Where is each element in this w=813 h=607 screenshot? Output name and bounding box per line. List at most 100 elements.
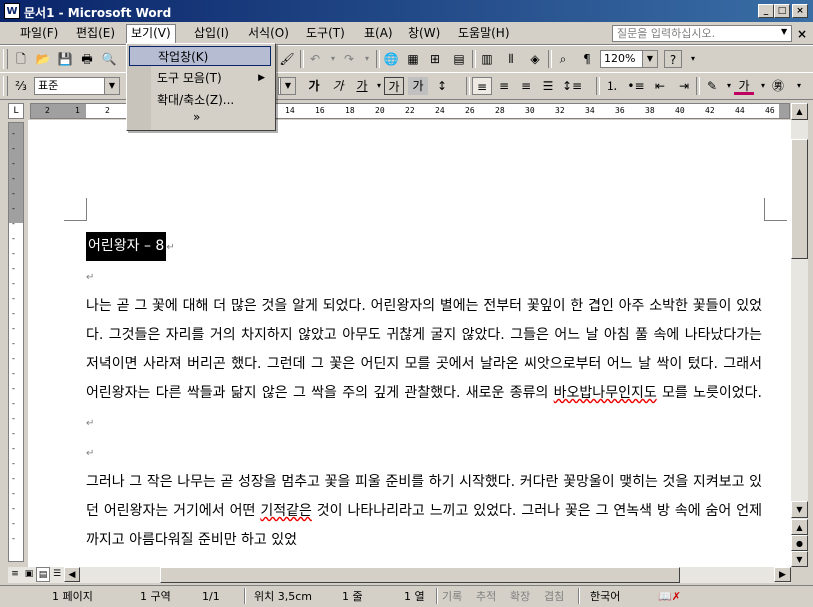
toolbar-grip[interactable] [3, 49, 8, 69]
print-icon[interactable]: 🖶 [78, 50, 96, 68]
outline-view-icon[interactable]: ☰ [50, 567, 64, 582]
horizontal-scroll-thumb[interactable] [160, 567, 680, 583]
decrease-indent-icon[interactable]: ⇤ [650, 77, 670, 95]
distributed-align-icon[interactable]: ☰ [538, 77, 558, 95]
previous-page-icon[interactable]: ▲ [791, 519, 808, 535]
zoom-dropdown-icon[interactable]: ▼ [642, 51, 657, 67]
increase-indent-icon[interactable]: ⇥ [674, 77, 694, 95]
menu-zoom[interactable]: 확대/축소(Z)... [129, 90, 271, 110]
minimize-button[interactable]: _ [758, 4, 774, 18]
status-position: 위치 3,5cm [254, 590, 312, 603]
document-close-button[interactable]: × [797, 27, 807, 41]
paragraph-mark-icon[interactable]: ¶ [578, 50, 596, 68]
scroll-up-icon[interactable]: ▲ [791, 103, 808, 120]
font-size-dropdown-icon[interactable]: ▼ [280, 78, 295, 94]
align-right-icon[interactable]: ≡ [516, 77, 536, 95]
style-combo[interactable]: 표준 ▼ [34, 77, 120, 95]
next-page-icon[interactable]: ▼ [791, 551, 808, 567]
menu-help[interactable]: 도움말(H) [454, 25, 514, 41]
undo-icon[interactable]: ↶ [306, 50, 324, 68]
tables-borders-icon[interactable]: ▦ [404, 50, 422, 68]
char-shading-icon[interactable]: 가 [408, 77, 428, 95]
highlight-icon[interactable]: ✎ [702, 77, 722, 95]
menu-view[interactable]: 보기(V) [126, 24, 176, 43]
menu-format[interactable]: 서식(O) [244, 25, 293, 41]
status-extend[interactable]: 확장 [510, 589, 530, 604]
redo-icon[interactable]: ↷ [340, 50, 358, 68]
format-painter-icon[interactable]: 🖌 [278, 50, 296, 68]
enclose-char-icon[interactable]: ㊚ [768, 77, 788, 95]
vruler-tick: - [12, 279, 15, 288]
menu-tools[interactable]: 도구(T) [302, 25, 349, 41]
columns-icon[interactable]: ▥ [478, 50, 496, 68]
align-center-icon[interactable]: ≡ [494, 77, 514, 95]
menu-expand-icon[interactable]: » [129, 108, 271, 126]
italic-button[interactable]: 가 [328, 77, 348, 95]
document-body[interactable]: 어린왕자 – 8 ↵ ↵ 나는 곧 그 꽃에 대해 더 많은 것을 알게 되었다.… [86, 232, 762, 555]
menu-table[interactable]: 표(A) [360, 25, 397, 41]
toolbar-options-icon-2[interactable]: ▾ [790, 77, 808, 95]
insert-excel-icon[interactable]: ▤ [450, 50, 468, 68]
insert-table-icon[interactable]: ⊞ [426, 50, 444, 68]
status-bar: 1 페이지 1 구역 1/1 위치 3,5cm 1 줄 1 열 기록 추적 확장… [0, 585, 813, 607]
status-track[interactable]: 추적 [476, 589, 496, 604]
scroll-down-icon[interactable]: ▼ [791, 501, 808, 518]
drawing-icon[interactable]: ⫴ [502, 50, 520, 68]
normal-view-icon[interactable]: ≡ [8, 567, 22, 582]
ruler-tick: 28 [495, 106, 505, 115]
vertical-ruler[interactable]: - - - - - - - - - - - - - - - - - - - - - - - - - - - - [8, 122, 24, 562]
spelling-status-icon[interactable]: 📖✗ [658, 589, 681, 604]
document-page[interactable]: 어린왕자 – 8 ↵ ↵ 나는 곧 그 꽃에 대해 더 많은 것을 알게 되었다.… [28, 120, 791, 567]
toolbar-grip[interactable] [3, 76, 8, 96]
ruler-tick: 22 [405, 106, 415, 115]
web-layout-icon[interactable]: ▣ [22, 567, 36, 582]
toolbar-options-icon[interactable]: ▾ [684, 50, 702, 68]
status-overtype[interactable]: 겹침 [544, 589, 564, 604]
word-icon[interactable]: W [4, 3, 20, 19]
help-dropdown-icon[interactable]: ▼ [781, 27, 787, 36]
font-color-icon[interactable]: 가 [734, 77, 754, 95]
styles-icon[interactable]: ⅔ [12, 77, 30, 95]
underline-button[interactable]: 가 [352, 77, 372, 95]
menu-edit[interactable]: 편집(E) [72, 25, 119, 41]
help-search-input[interactable]: 질문을 입력하십시오. [612, 25, 792, 42]
show-hide-icon[interactable]: ⌕ [554, 50, 572, 68]
line-spacing-icon[interactable]: ↕≡ [562, 77, 582, 95]
font-size-combo[interactable]: ▼ [278, 77, 296, 95]
status-language[interactable]: 한국어 [590, 589, 620, 604]
redo-dropdown-icon[interactable]: ▾ [358, 50, 376, 68]
bullets-icon[interactable]: •≡ [626, 77, 646, 95]
select-browse-object-icon[interactable]: ● [791, 535, 808, 551]
bold-button[interactable]: 가 [304, 77, 324, 95]
document-map-icon[interactable]: ◈ [526, 50, 544, 68]
help-button[interactable]: ? [664, 50, 682, 68]
vertical-scrollbar[interactable]: ▲ ▼ ▲ ● ▼ [791, 103, 808, 567]
print-layout-icon[interactable]: ▤ [36, 567, 50, 582]
char-spacing-icon[interactable]: ↕ [432, 77, 452, 95]
close-button[interactable]: × [792, 4, 808, 18]
menu-window[interactable]: 창(W) [404, 25, 444, 41]
char-border-icon[interactable]: 가 [384, 77, 404, 95]
numbering-icon[interactable]: ⒈ [602, 77, 622, 95]
status-page: 1 페이지 [52, 590, 93, 603]
zoom-combo[interactable]: 120% ▼ [600, 50, 658, 68]
scroll-right-icon[interactable]: ▶ [774, 567, 791, 582]
style-dropdown-icon[interactable]: ▼ [104, 78, 119, 94]
maximize-button[interactable]: □ [774, 4, 790, 18]
print-preview-icon[interactable]: 🔍 [100, 50, 118, 68]
horizontal-scrollbar[interactable]: ≡ ▣ ▤ ☰ ◀ ▶ [8, 567, 791, 583]
hyperlink-icon[interactable]: 🌐 [382, 50, 400, 68]
new-document-icon[interactable]: 🗋 [12, 50, 30, 68]
tab-selector-icon[interactable]: L [8, 103, 24, 119]
menu-toolbars[interactable]: 도구 모음(T) ▶ [129, 68, 271, 88]
save-icon[interactable]: 💾 [56, 50, 74, 68]
scroll-left-icon[interactable]: ◀ [64, 567, 80, 582]
align-justify-icon[interactable]: ≡ [472, 77, 492, 95]
open-folder-icon[interactable]: 📂 [34, 50, 52, 68]
menu-insert[interactable]: 삽입(I) [190, 25, 233, 41]
status-record[interactable]: 기록 [442, 589, 462, 604]
ruler-tick: 36 [615, 106, 625, 115]
vertical-scroll-thumb[interactable] [791, 139, 808, 259]
menu-task-pane[interactable]: 작업창(K) [129, 46, 271, 66]
menu-file[interactable]: 파일(F) [16, 25, 62, 41]
